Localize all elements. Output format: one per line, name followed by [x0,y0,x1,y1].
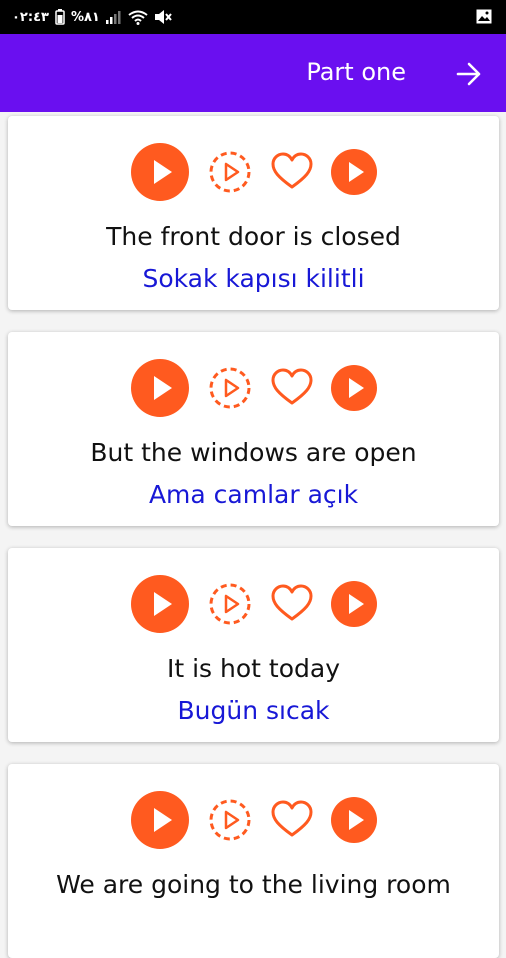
phrase-card: But the windows are open Ama camlar açık [8,332,499,526]
favorite-button[interactable] [270,366,314,410]
battery-percent: %٨١ [70,9,100,25]
signal-icon [105,11,121,24]
play-small-icon [330,797,377,843]
page-title: Part one [306,58,406,86]
card-controls [8,142,499,202]
play-icon [130,359,189,417]
favorite-button[interactable] [270,150,314,194]
play-icon [130,575,189,633]
slow-play-icon [209,367,250,409]
play-small-button[interactable] [330,364,378,412]
play-small-icon [330,581,377,627]
next-part-button[interactable] [456,61,482,87]
app-bar: Part one [0,34,506,112]
status-right [476,9,492,28]
english-phrase: It is hot today [166,654,340,683]
play-small-icon [330,365,377,411]
play-icon [130,143,189,201]
wifi-icon [128,10,148,25]
slow-play-button[interactable] [208,150,252,194]
mute-icon [154,10,172,24]
heart-icon [271,584,312,621]
heart-icon [271,800,312,837]
turkish-translation: Bugün sıcak [177,696,330,725]
battery-saver-icon [55,9,65,25]
play-small-button[interactable] [330,148,378,196]
favorite-button[interactable] [270,798,314,842]
play-small-button[interactable] [330,580,378,628]
slow-play-icon [209,799,250,841]
play-button[interactable] [130,574,190,634]
status-bar: ٠٢:٤٣ %٨١ [0,0,506,34]
play-button[interactable] [130,358,190,418]
phrase-card: We are going to the living room [8,764,499,958]
arrow-right-icon [456,62,481,86]
slow-play-button[interactable] [208,366,252,410]
phrase-card: It is hot today Bugün sıcak [8,548,499,742]
heart-icon [271,152,312,189]
clock: ٠٢:٤٣ [12,9,49,25]
play-button[interactable] [130,142,190,202]
play-button[interactable] [130,790,190,850]
status-left: ٠٢:٤٣ %٨١ [12,8,172,26]
play-small-icon [330,149,377,195]
phrase-card: The front door is closed Sokak kapısı ki… [8,116,499,310]
english-phrase: But the windows are open [90,438,417,467]
turkish-translation: Sokak kapısı kilitli [142,264,365,293]
slow-play-icon [209,151,250,193]
turkish-translation: Ama camlar açık [148,480,359,509]
favorite-button[interactable] [270,582,314,626]
card-controls [8,790,499,850]
slow-play-button[interactable] [208,798,252,842]
card-controls [8,358,499,418]
play-small-button[interactable] [330,796,378,844]
slow-play-icon [209,583,250,625]
english-phrase: We are going to the living room [56,870,451,899]
play-icon [130,791,189,849]
heart-icon [271,368,312,405]
english-phrase: The front door is closed [106,222,401,251]
slow-play-button[interactable] [208,582,252,626]
gallery-notification-icon [476,9,492,24]
card-controls [8,574,499,634]
